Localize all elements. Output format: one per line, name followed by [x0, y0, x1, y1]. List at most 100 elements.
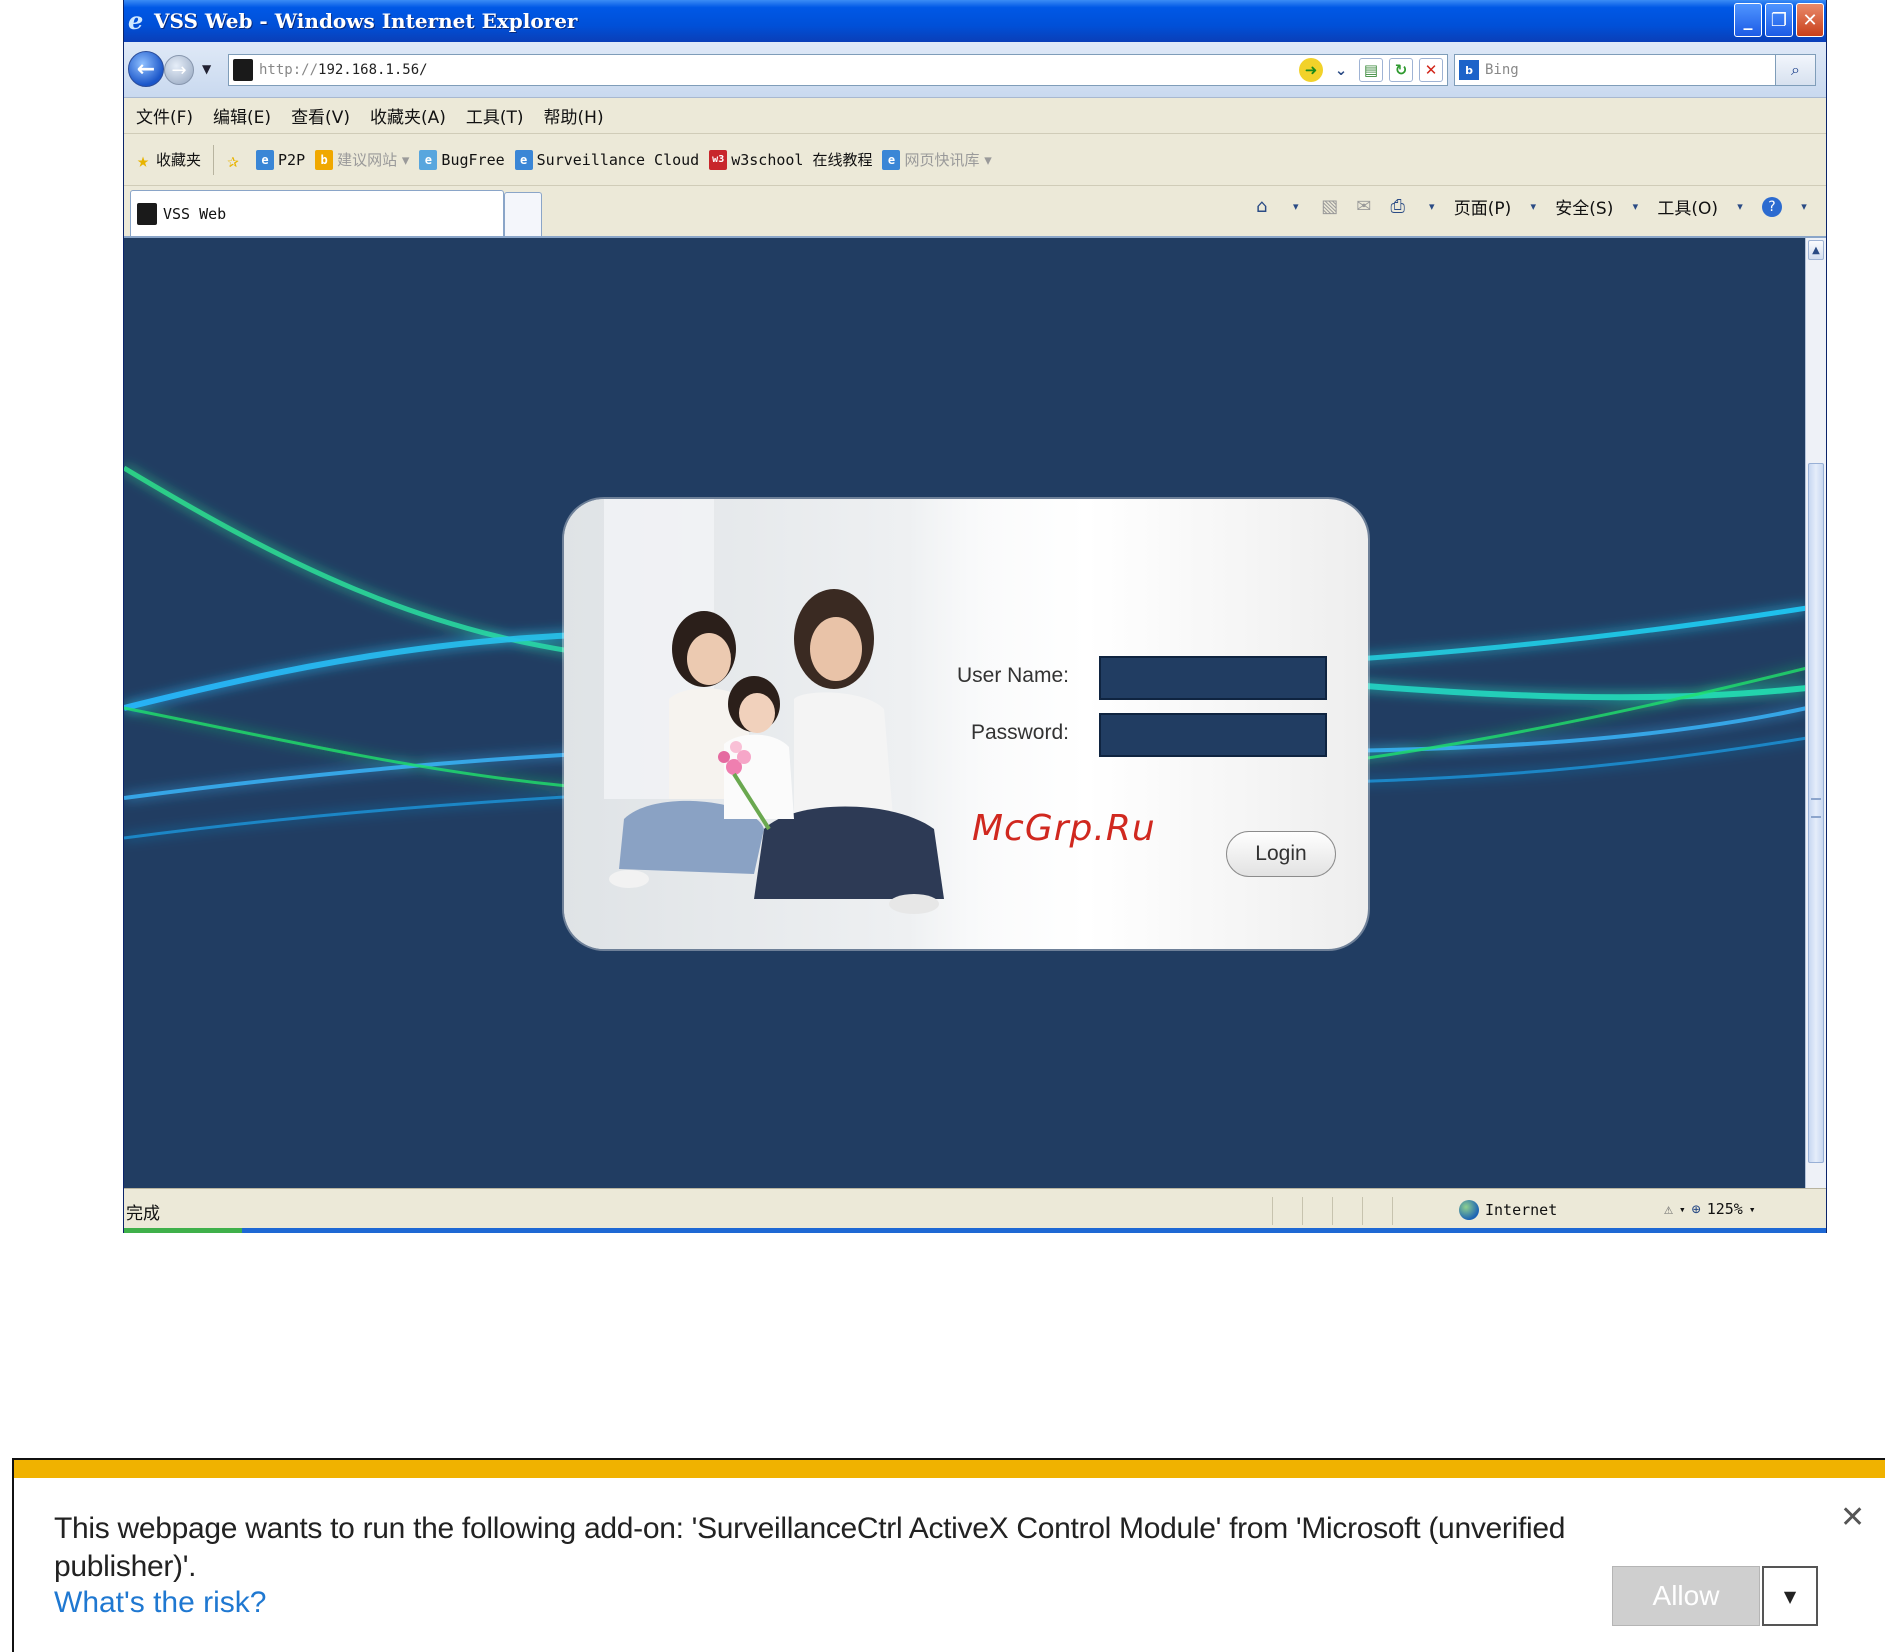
zone-label: Internet: [1485, 1201, 1558, 1219]
dropdown-arrow-icon: ▾: [1632, 200, 1639, 213]
recent-pages-dropdown[interactable]: ▼: [202, 62, 211, 76]
status-cells: [1272, 1197, 1422, 1225]
tab-bar: VSS Web ⌂ ▾ ▧ ✉ ⎙ ▾ 页面(P) ▾ 安全(S) ▾ 工具(O…: [124, 186, 1826, 238]
site-icon: [233, 59, 253, 81]
compat-view-icon[interactable]: ➜: [1299, 58, 1323, 82]
bing-icon: b: [315, 149, 334, 170]
window-controls: _ ❐ ✕: [1734, 3, 1824, 37]
tab-vss-web[interactable]: VSS Web: [130, 190, 504, 236]
address-bar[interactable]: http:// 192.168.1.56/ ➜ ⌄ ▤ ↻ ✕: [228, 54, 1448, 86]
address-tools: ➜ ⌄ ▤ ↻ ✕: [1299, 58, 1443, 82]
notification-message: This webpage wants to run the following …: [54, 1512, 1566, 1583]
restore-button[interactable]: ❐: [1765, 3, 1793, 37]
add-to-favorites-icon: ✰: [226, 147, 240, 172]
stop-icon[interactable]: ✕: [1419, 58, 1443, 82]
globe-icon: [1459, 1200, 1479, 1220]
dropdown-arrow-icon: ▾: [1530, 200, 1537, 213]
menu-help[interactable]: 帮助(H): [544, 103, 604, 128]
scroll-up-arrow-icon[interactable]: ▲: [1808, 240, 1824, 260]
favorites-separator: [213, 144, 215, 175]
favorite-label: w3school 在线教程: [731, 151, 873, 169]
read-mail-icon[interactable]: ✉: [1352, 195, 1376, 219]
vertical-scrollbar[interactable]: ▲: [1805, 238, 1826, 1188]
username-input[interactable]: [1099, 656, 1327, 700]
add-favorite-button[interactable]: ✰: [224, 147, 246, 172]
login-button[interactable]: Login: [1226, 831, 1336, 877]
compatibility-icon[interactable]: ▤: [1359, 58, 1383, 82]
notification-accent-stripe: [14, 1460, 1885, 1478]
back-button[interactable]: ←: [128, 51, 164, 87]
zoom-magnifier-icon: ⊕: [1691, 1200, 1701, 1218]
ie-page-icon: e: [514, 149, 533, 170]
status-text: 完成: [126, 1203, 160, 1224]
minimize-button[interactable]: _: [1734, 3, 1762, 37]
menu-edit[interactable]: 编辑(E): [213, 103, 271, 128]
status-bar: 完成 Internet ⚠ ▾ ⊕ 125% ▾: [124, 1188, 1826, 1233]
tab-label: VSS Web: [163, 204, 227, 223]
command-bar: ⌂ ▾ ▧ ✉ ⎙ ▾ 页面(P) ▾ 安全(S) ▾ 工具(O) ▾ ? ▾: [1250, 194, 1816, 219]
safety-menu[interactable]: 安全(S): [1555, 194, 1613, 219]
favorite-label: 网页快讯库 ▾: [904, 151, 992, 169]
address-dropdown-icon[interactable]: ⌄: [1329, 58, 1353, 82]
favorite-link-web-slice-gallery[interactable]: e 网页快讯库 ▾: [882, 149, 992, 170]
address-prefix: http://: [259, 62, 319, 78]
favorite-link-w3school[interactable]: w3 w3school 在线教程: [709, 149, 872, 170]
dropdown-arrow-icon[interactable]: ▾: [1792, 195, 1816, 219]
search-placeholder: Bing: [1485, 62, 1519, 78]
dropdown-arrow-icon[interactable]: ▾: [1679, 1203, 1686, 1216]
favorites-bar: ★ 收藏夹 ✰ e P2P b 建议网站 ▾ e BugFree e Surve…: [124, 134, 1826, 186]
zoom-control[interactable]: ⚠ ▾ ⊕ 125% ▾: [1664, 1200, 1755, 1218]
ie-window: e VSS Web - Windows Internet Explorer _ …: [123, 0, 1827, 1233]
password-input[interactable]: [1099, 713, 1327, 757]
favorite-link-surveillance-cloud[interactable]: e Surveillance Cloud: [514, 149, 699, 170]
favorite-link-bugfree[interactable]: e BugFree: [419, 149, 505, 170]
favorite-link-suggested-sites[interactable]: b 建议网站 ▾: [315, 149, 409, 170]
window-title: VSS Web - Windows Internet Explorer: [154, 9, 578, 33]
navigation-bar: ← → ▼ http:// 192.168.1.56/ ➜ ⌄ ▤ ↻ ✕ b …: [124, 42, 1826, 98]
page-viewport: User Name: Password: Login McGrp.Ru: [124, 238, 1807, 1188]
close-notification-icon[interactable]: ✕: [1840, 1500, 1865, 1535]
favorite-link-p2p[interactable]: e P2P: [256, 149, 306, 170]
favorite-label: P2P: [278, 150, 306, 169]
addon-notification-bar: This webpage wants to run the following …: [12, 1458, 1885, 1652]
ie-logo-icon: e: [128, 6, 144, 35]
refresh-icon[interactable]: ↻: [1389, 58, 1413, 82]
close-window-button[interactable]: ✕: [1796, 3, 1824, 37]
dropdown-arrow-icon[interactable]: ▾: [1420, 195, 1444, 219]
help-icon[interactable]: ?: [1762, 196, 1782, 217]
menu-file[interactable]: 文件(F): [136, 103, 193, 128]
search-box[interactable]: b Bing ⌕: [1454, 54, 1816, 86]
allow-options-dropdown[interactable]: ▼: [1762, 1566, 1818, 1626]
menu-view[interactable]: 查看(V): [291, 103, 350, 128]
ie-page-icon: e: [256, 149, 275, 170]
star-icon: ★: [136, 147, 150, 172]
dropdown-arrow-icon[interactable]: ▾: [1749, 1203, 1756, 1216]
feeds-icon[interactable]: ▧: [1318, 195, 1342, 219]
favorites-button[interactable]: ★ 收藏夹: [134, 147, 202, 172]
title-bar: e VSS Web - Windows Internet Explorer _ …: [124, 0, 1826, 42]
home-icon[interactable]: ⌂: [1250, 195, 1274, 219]
print-icon[interactable]: ⎙: [1386, 195, 1410, 219]
search-icon[interactable]: ⌕: [1775, 55, 1815, 85]
zoom-level: 125%: [1706, 1200, 1743, 1218]
bing-icon: b: [1459, 60, 1479, 80]
dropdown-arrow-icon[interactable]: ▾: [1284, 195, 1308, 219]
allow-button[interactable]: Allow: [1612, 1566, 1760, 1626]
tools-menu[interactable]: 工具(O): [1657, 194, 1718, 219]
w3school-icon: w3: [709, 149, 728, 170]
protected-mode-icon[interactable]: ⚠: [1664, 1200, 1673, 1218]
menu-favorites[interactable]: 收藏夹(A): [370, 103, 446, 128]
new-tab-button[interactable]: [504, 192, 542, 236]
forward-button[interactable]: →: [164, 55, 194, 85]
favorites-label: 收藏夹: [156, 151, 202, 169]
menu-bar: 文件(F) 编辑(E) 查看(V) 收藏夹(A) 工具(T) 帮助(H): [124, 98, 1826, 134]
ie-page-icon: e: [882, 149, 901, 170]
security-zone[interactable]: Internet: [1459, 1200, 1557, 1220]
page-menu[interactable]: 页面(P): [1454, 194, 1512, 219]
whats-the-risk-link[interactable]: What's the risk?: [54, 1586, 266, 1620]
site-icon: [137, 202, 157, 225]
scrollbar-grip: [1811, 798, 1821, 818]
page-load-progress: [124, 1228, 1826, 1233]
menu-tools[interactable]: 工具(T): [466, 103, 524, 128]
favorite-label: BugFree: [441, 150, 505, 169]
